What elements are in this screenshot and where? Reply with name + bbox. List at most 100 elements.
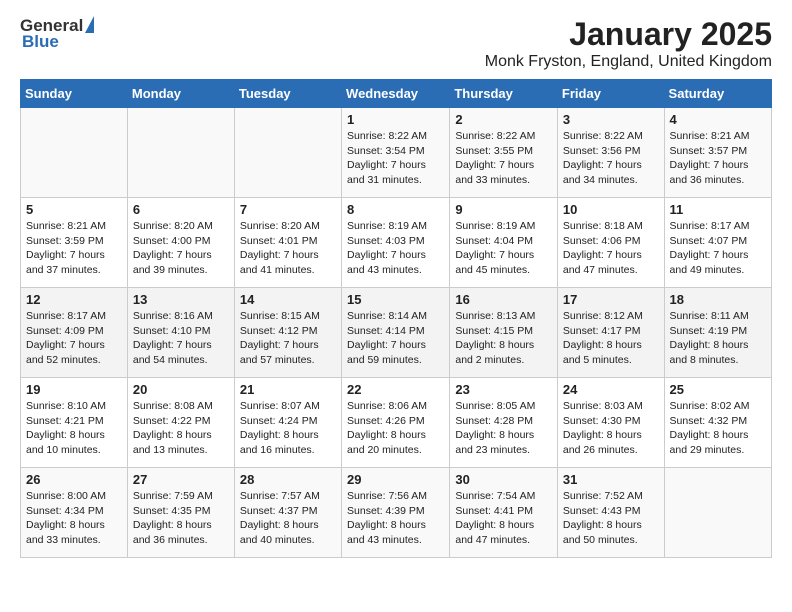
day-info: Sunrise: 8:19 AMSunset: 4:03 PMDaylight:… <box>347 219 444 278</box>
day-number: 1 <box>347 112 444 127</box>
day-info: Sunrise: 8:08 AM Sunset: 4:22 PM Daylight:… <box>133 399 229 458</box>
day-info-line: Sunrise: 7:54 AM <box>455 490 535 502</box>
day-info-line: Sunrise: 8:12 AM <box>563 310 643 322</box>
day-number: 12 <box>26 292 122 307</box>
day-info: Sunrise: 8:02 AMSunset: 4:32 PMDaylight:… <box>670 399 766 458</box>
day-info-line: Sunrise: 8:20 AM <box>240 220 320 232</box>
day-info: Sunrise: 8:22 AMSunset: 3:55 PMDaylight:… <box>455 129 552 188</box>
day-info: Sunrise: 8:13 AMSunset: 4:15 PMDaylight:… <box>455 309 552 368</box>
day-number: 8 <box>347 202 444 217</box>
day-info-line: Daylight: 7 hours and 33 minutes. <box>455 159 534 186</box>
day-info-line: Sunrise: 8:22 AM <box>563 130 643 142</box>
day-info: Sunrise: 8:20 AM Sunset: 4:01 PM Daylight:… <box>240 219 336 278</box>
day-info-line: Sunrise: 8:14 AM <box>347 310 427 322</box>
day-info-line: Sunset: 4:04 PM <box>455 235 533 247</box>
day-info-line: Sunrise: 8:22 AM <box>347 130 427 142</box>
day-info-line: Sunrise: 8:19 AM <box>455 220 535 232</box>
day-info: Sunrise: 8:06 AMSunset: 4:26 PMDaylight:… <box>347 399 444 458</box>
day-info: Sunrise: 8:21 AMSunset: 3:59 PMDaylight:… <box>26 219 122 278</box>
day-info-line: Sunrise: 8:15 AM <box>240 310 320 322</box>
day-info-line: Sunset: 4:35 PM <box>133 505 211 517</box>
day-info: Sunrise: 8:17 AMSunset: 4:07 PMDaylight:… <box>670 219 766 278</box>
table-row: 9Sunrise: 8:19 AMSunset: 4:04 PMDaylight… <box>450 198 558 288</box>
day-info-line: Sunset: 4:06 PM <box>563 235 641 247</box>
table-row: 26Sunrise: 8:00 AMSunset: 4:34 PMDayligh… <box>21 468 128 558</box>
page: General Blue January 2025 Monk Fryston, … <box>0 0 792 574</box>
day-info-line: Sunrise: 7:59 AM <box>133 490 213 502</box>
day-info-line: Sunrise: 8:18 AM <box>563 220 643 232</box>
day-number: 21 <box>240 382 336 397</box>
day-number: 4 <box>670 112 766 127</box>
day-number: 14 <box>240 292 336 307</box>
day-number: 30 <box>455 472 552 487</box>
day-info-line: Sunset: 4:26 PM <box>347 415 425 427</box>
table-row: 17Sunrise: 8:12 AMSunset: 4:17 PMDayligh… <box>557 288 664 378</box>
day-info-line: Sunrise: 8:07 AM <box>240 400 320 412</box>
day-info: Sunrise: 7:57 AMSunset: 4:37 PMDaylight:… <box>240 489 336 548</box>
day-info: Sunrise: 7:52 AMSunset: 4:43 PMDaylight:… <box>563 489 659 548</box>
day-info-line: Sunrise: 7:52 AM <box>563 490 643 502</box>
day-info-line: Daylight: 8 hours and 47 minutes. <box>455 519 534 546</box>
day-info: Sunrise: 7:56 AMSunset: 4:39 PMDaylight:… <box>347 489 444 548</box>
day-info-line: Sunrise: 8:22 AM <box>455 130 535 142</box>
day-info: Sunrise: 8:18 AMSunset: 4:06 PMDaylight:… <box>563 219 659 278</box>
day-info-line: Sunset: 4:01 PM <box>240 235 318 247</box>
day-info-line: Sunrise: 8:00 AM <box>26 490 106 502</box>
day-number: 7 <box>240 202 336 217</box>
table-row: 23Sunrise: 8:05 AMSunset: 4:28 PMDayligh… <box>450 378 558 468</box>
day-info-line: Daylight: 8 hours and 33 minutes. <box>26 519 105 546</box>
day-info-line: Daylight: 8 hours and 16 minutes. <box>240 429 319 456</box>
table-row <box>234 108 341 198</box>
day-info-line: Daylight: 8 hours and 13 minutes. <box>133 429 212 456</box>
day-number: 5 <box>26 202 122 217</box>
day-info-line: Daylight: 7 hours and 54 minutes. <box>133 339 212 366</box>
day-number: 25 <box>670 382 766 397</box>
day-number: 27 <box>133 472 229 487</box>
table-row: 15Sunrise: 8:14 AMSunset: 4:14 PMDayligh… <box>342 288 450 378</box>
day-info: Sunrise: 8:22 AMSunset: 3:56 PMDaylight:… <box>563 129 659 188</box>
day-info: Sunrise: 8:20 AMSunset: 4:00 PMDaylight:… <box>133 219 229 278</box>
day-info-line: Daylight: 8 hours and 40 minutes. <box>240 519 319 546</box>
day-info-line: Sunset: 4:41 PM <box>455 505 533 517</box>
day-info-line: Daylight: 7 hours and 43 minutes. <box>347 249 426 276</box>
day-info-line: Daylight: 7 hours and 41 minutes. <box>240 249 319 276</box>
day-number: 24 <box>563 382 659 397</box>
calendar-header-row: Sunday Monday Tuesday Wednesday Thursday… <box>21 80 772 108</box>
table-row: 28Sunrise: 7:57 AMSunset: 4:37 PMDayligh… <box>234 468 341 558</box>
calendar-week-row: 1Sunrise: 8:22 AMSunset: 3:54 PMDaylight… <box>21 108 772 198</box>
day-info-line: Sunrise: 8:13 AM <box>455 310 535 322</box>
table-row: 2Sunrise: 8:22 AMSunset: 3:55 PMDaylight… <box>450 108 558 198</box>
day-info: Sunrise: 8:17 AMSunset: 4:09 PMDaylight:… <box>26 309 122 368</box>
table-row: 31Sunrise: 7:52 AMSunset: 4:43 PMDayligh… <box>557 468 664 558</box>
day-info-line: Sunset: 4:34 PM <box>26 505 104 517</box>
day-info-line: Daylight: 8 hours and 10 minutes. <box>26 429 105 456</box>
day-info-line: Sunrise: 7:56 AM <box>347 490 427 502</box>
col-tuesday: Tuesday <box>234 80 341 108</box>
table-row: 1Sunrise: 8:22 AMSunset: 3:54 PMDaylight… <box>342 108 450 198</box>
table-row: 3 Sunrise: 8:22 AMSunset: 3:56 PMDaylight… <box>557 108 664 198</box>
table-row: 27Sunrise: 7:59 AMSunset: 4:35 PMDayligh… <box>127 468 234 558</box>
day-number: 6 <box>133 202 229 217</box>
day-info-line: Sunrise: 8:10 AM <box>26 400 106 412</box>
day-info-line: Sunset: 4:37 PM <box>240 505 318 517</box>
day-info-line: Sunset: 4:09 PM <box>26 325 104 337</box>
day-number: 3 <box>563 112 659 127</box>
day-info-line: Sunset: 4:00 PM <box>133 235 211 247</box>
day-info-line: Sunset: 4:39 PM <box>347 505 425 517</box>
day-info-line: Sunrise: 8:02 AM <box>670 400 750 412</box>
table-row: 19Sunrise: 8:10 AMSunset: 4:21 PMDayligh… <box>21 378 128 468</box>
day-info-line: Sunrise: 8:05 AM <box>455 400 535 412</box>
day-info-line: Sunset: 4:17 PM <box>563 325 641 337</box>
day-info: Sunrise: 7:54 AM Sunset: 4:41 PM Daylight:… <box>455 489 552 548</box>
day-info-line: Daylight: 8 hours and 5 minutes. <box>563 339 642 366</box>
day-number: 20 <box>133 382 229 397</box>
day-info-line: Sunset: 4:22 PM <box>133 415 211 427</box>
day-info-line: Sunrise: 8:03 AM <box>563 400 643 412</box>
table-row <box>127 108 234 198</box>
header: General Blue January 2025 Monk Fryston, … <box>20 16 772 71</box>
logo-triangle-icon <box>85 16 94 33</box>
day-info-line: Sunrise: 8:08 AM <box>133 400 213 412</box>
table-row: 24Sunrise: 8:03 AMSunset: 4:30 PMDayligh… <box>557 378 664 468</box>
day-number: 29 <box>347 472 444 487</box>
table-row: 16Sunrise: 8:13 AMSunset: 4:15 PMDayligh… <box>450 288 558 378</box>
